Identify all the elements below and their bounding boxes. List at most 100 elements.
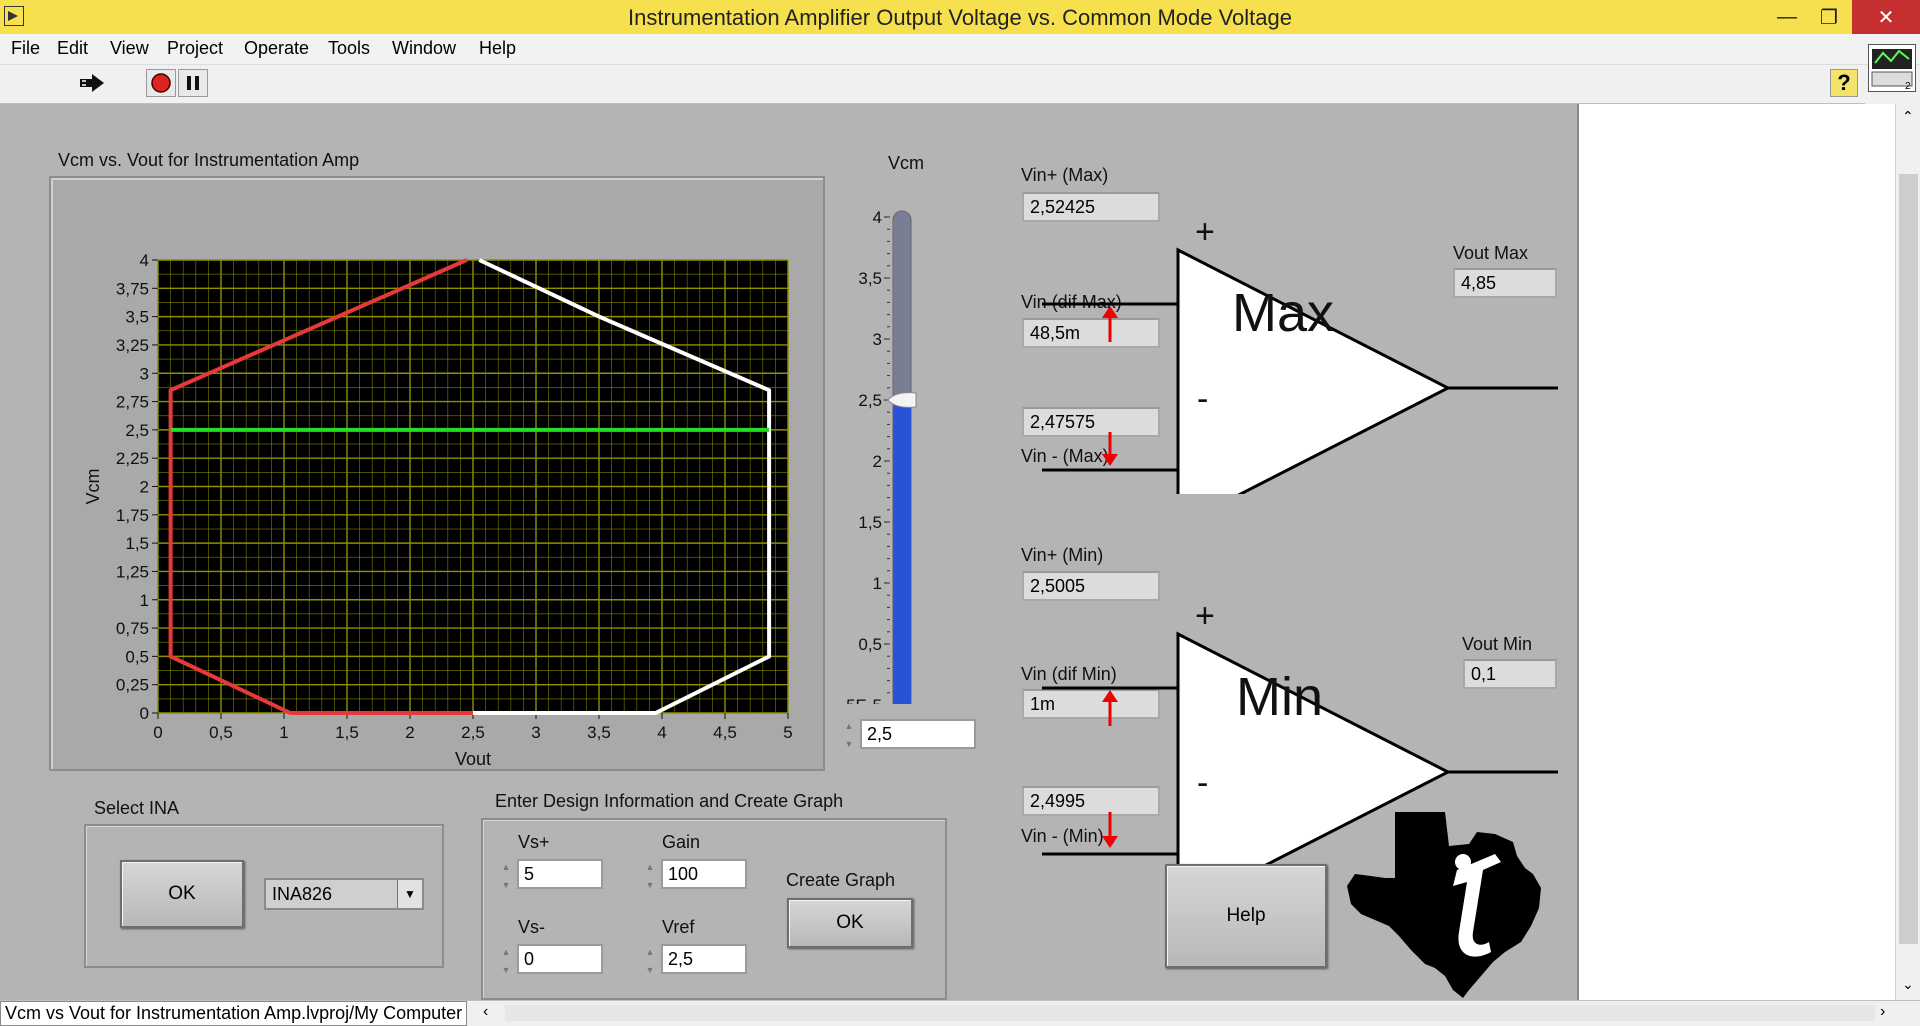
vcm-numeric[interactable]: 2,5	[860, 719, 976, 749]
vs-minus-input[interactable]: 0	[517, 944, 603, 974]
window-title: Instrumentation Amplifier Output Voltage…	[627, 5, 1293, 30]
vref-spinner-icon[interactable]: ▲ ▼	[643, 943, 657, 979]
abort-icon[interactable]	[146, 69, 176, 97]
gain-spinner-icon[interactable]: ▲ ▼	[643, 858, 657, 894]
ina-select-value: INA826	[272, 884, 333, 904]
y-tick-label: 2	[140, 478, 149, 497]
horizontal-scrollbar[interactable]	[505, 1005, 1875, 1021]
vout-min-value: 0,1	[1463, 659, 1557, 689]
slider-thumb	[887, 392, 917, 408]
x-tick-label: 4	[657, 723, 666, 742]
help-icon[interactable]: ?	[1830, 69, 1858, 97]
x-tick-label: 1,5	[335, 723, 359, 742]
vs-plus-label: Vs+	[518, 832, 550, 852]
menu-operate[interactable]: Operate	[244, 38, 309, 59]
slider-tick-label: 4	[873, 208, 882, 227]
status-bar: Vcm vs Vout for Instrumentation Amp.lvpr…	[0, 1000, 1920, 1026]
x-tick-label: 3	[531, 723, 540, 742]
help-glyph: ?	[1837, 70, 1851, 95]
create-graph-ok-button[interactable]: OK	[787, 898, 913, 948]
run-arrow-icon[interactable]	[77, 69, 107, 97]
panel-empty-area	[1579, 104, 1895, 1000]
menu-help[interactable]: Help	[479, 38, 516, 59]
restore-button[interactable]: ❐	[1806, 0, 1852, 34]
title-bar: Instrumentation Amplifier Output Voltage…	[0, 0, 1920, 34]
y-tick-label: 1,75	[116, 506, 149, 525]
graph-title: Vcm vs. Vout for Instrumentation Amp	[58, 150, 360, 170]
max-plus-sign: +	[1195, 213, 1215, 251]
min-amp-label: Min	[1236, 667, 1324, 727]
y-tick-label: 4	[140, 251, 149, 270]
help-button[interactable]: Help	[1165, 864, 1327, 968]
graph-frame: 0 0,5 1 1,5 2 2,5 3 3,5 4 4,5 5 0 0,25 0,5 0,75 1 1,25 1,…	[49, 176, 825, 771]
vref-label: Vref	[662, 917, 695, 937]
gain-label: Gain	[662, 832, 701, 852]
max-minus-sign: -	[1197, 380, 1209, 418]
x-axis-label: Vout	[455, 749, 491, 769]
vs-plus-spinner-icon[interactable]: ▲ ▼	[499, 858, 513, 894]
vi-icon: 2	[1868, 44, 1916, 92]
svg-text:2: 2	[1905, 81, 1911, 91]
x-tick-label: 2	[405, 723, 414, 742]
y-tick-label: 0,75	[116, 619, 149, 638]
scroll-down-icon[interactable]: ⌄	[1902, 976, 1914, 993]
vs-minus-label: Vs-	[518, 917, 545, 937]
menu-edit[interactable]: Edit	[57, 38, 88, 59]
slider-tick-label: 5E-5	[846, 696, 882, 704]
select-ina-ok-button[interactable]: OK	[120, 860, 244, 928]
create-graph-label: Create Graph	[786, 870, 896, 890]
slider-tick-label: 1,5	[858, 513, 882, 532]
vout-min-label: Vout Min	[1462, 634, 1533, 654]
front-panel: Vcm vs. Vout for Instrumentation Amp 0 0,…	[0, 104, 1579, 1000]
ina-select[interactable]: INA826 ▼	[264, 878, 424, 910]
hscroll-right-icon[interactable]: ›	[1880, 1003, 1885, 1021]
hscroll-left-icon[interactable]: ‹	[483, 1003, 488, 1021]
vs-minus-spinner-icon[interactable]: ▲ ▼	[499, 943, 513, 979]
menu-view[interactable]: View	[110, 38, 149, 59]
max-amp-label: Max	[1232, 283, 1335, 343]
pause-icon[interactable]	[178, 69, 208, 97]
gain-input[interactable]: 100	[661, 859, 747, 889]
x-tick-label: 5	[783, 723, 792, 742]
y-tick-label: 2,25	[116, 449, 149, 468]
vcm-slider[interactable]: 4 3,5 3 2,5 2 1,5 1 0,5 5E-5	[840, 184, 960, 704]
x-tick-label: 0,5	[209, 723, 233, 742]
scroll-up-icon[interactable]: ⌃	[1902, 108, 1914, 125]
vref-input[interactable]: 2,5	[661, 944, 747, 974]
x-tick-label: 2,5	[461, 723, 485, 742]
y-tick-label: 3,25	[116, 336, 149, 355]
x-tick-label: 4,5	[713, 723, 737, 742]
y-tick-label: 0	[140, 704, 149, 723]
x-tick-label: 0	[153, 723, 162, 742]
close-button[interactable]: ✕	[1852, 0, 1920, 34]
vcm-spinner-icon[interactable]: ▲ ▼	[842, 717, 856, 753]
y-tick-label: 1	[140, 591, 149, 610]
y-tick-label: 2,75	[116, 393, 149, 412]
vout-max-value: 4,85	[1453, 268, 1557, 298]
minimize-button[interactable]: —	[1764, 0, 1810, 34]
y-tick-label: 3,75	[116, 279, 149, 298]
slider-tick-label: 2,5	[858, 391, 882, 410]
vs-plus-input[interactable]: 5	[517, 859, 603, 889]
ti-logo	[1347, 812, 1541, 998]
min-plus-sign: +	[1195, 597, 1215, 635]
vcm-vout-chart[interactable]: 0 0,5 1 1,5 2 2,5 3 3,5 4 4,5 5 0 0,25 0,5 0,75 1 1,25 1,…	[51, 178, 823, 769]
y-tick-label: 1,25	[116, 562, 149, 581]
min-minus-sign: -	[1197, 764, 1209, 802]
menu-project[interactable]: Project	[167, 38, 223, 59]
slider-fill	[893, 400, 911, 704]
scrollbar-thumb[interactable]	[1899, 174, 1918, 944]
menu-window[interactable]: Window	[392, 38, 456, 59]
y-tick-label: 1,5	[125, 534, 149, 553]
y-axis-label: Vcm	[83, 469, 103, 505]
slider-tick-label: 0,5	[858, 635, 882, 654]
project-path: Vcm vs Vout for Instrumentation Amp.lvpr…	[0, 1001, 468, 1026]
y-tick-label: 0,25	[116, 676, 149, 695]
toolbar: ?	[0, 65, 1865, 104]
slider-tick-label: 3,5	[858, 269, 882, 288]
y-tick-label: 3,5	[125, 308, 149, 327]
dropdown-arrow-icon[interactable]: ▼	[397, 880, 422, 908]
vertical-scrollbar[interactable]: ⌃ ⌄	[1895, 104, 1920, 1000]
menu-tools[interactable]: Tools	[328, 38, 370, 59]
menu-file[interactable]: File	[11, 38, 40, 59]
